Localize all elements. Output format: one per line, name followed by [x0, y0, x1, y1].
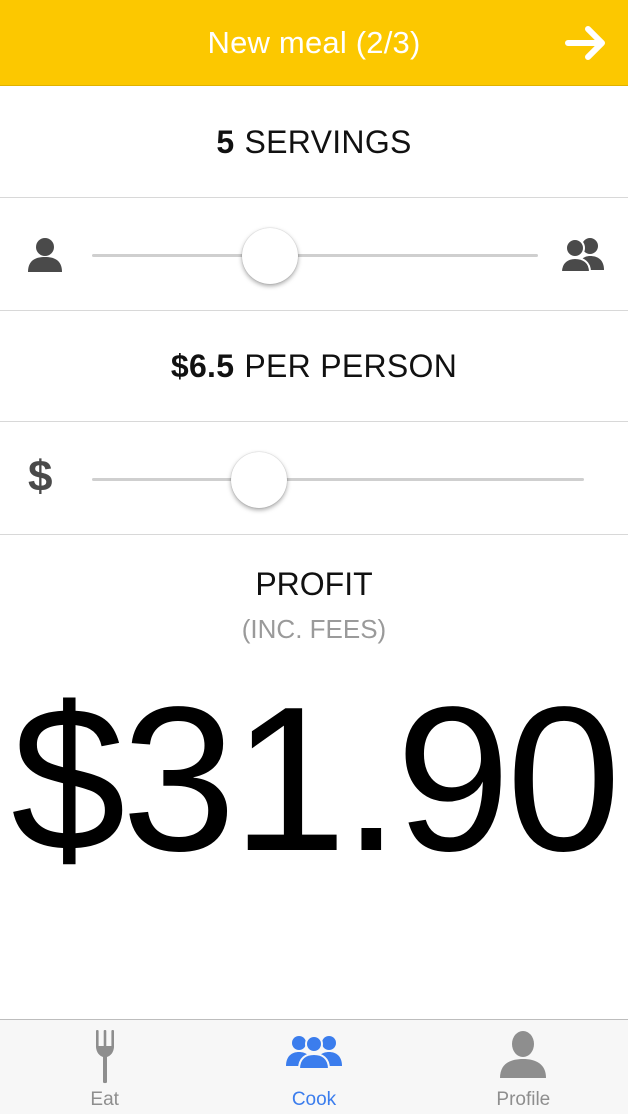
group-people-icon: [560, 238, 604, 273]
servings-slider-row: [0, 197, 628, 311]
tab-eat[interactable]: Eat: [0, 1020, 209, 1114]
price-slider-thumb[interactable]: [231, 452, 288, 508]
price-label: $6.5 PER PERSON: [0, 311, 628, 421]
servings-slider-thumb[interactable]: [242, 228, 299, 284]
profit-sublabel: (INC. FEES): [241, 614, 387, 644]
price-slider-track[interactable]: [92, 478, 584, 481]
single-person-icon: [28, 238, 62, 272]
tab-eat-label: Eat: [90, 1089, 119, 1110]
servings-label: 5 SERVINGS: [0, 87, 628, 197]
fork-icon: [95, 1030, 114, 1084]
page-title: New meal (2/3): [207, 24, 421, 60]
servings-value: 5: [216, 123, 235, 160]
dollar-icon: $: [28, 452, 53, 501]
tab-profile-label: Profile: [496, 1089, 551, 1110]
group-icon: [285, 1035, 342, 1070]
tab-bar: Eat Cook Profile: [0, 1019, 628, 1114]
price-unit: PER PERSON: [244, 347, 458, 384]
tab-cook-label: Cook: [291, 1089, 337, 1110]
arrow-right-icon: [565, 26, 605, 60]
servings-unit: SERVINGS: [244, 123, 412, 160]
next-button[interactable]: [564, 23, 610, 63]
profit-label: PROFIT: [255, 566, 373, 602]
tab-profile[interactable]: Profile: [419, 1020, 628, 1114]
price-slider-row: $: [0, 421, 628, 535]
person-icon: [500, 1031, 547, 1078]
price-value: $6.5: [170, 347, 235, 384]
profit-amount: $31.90: [10, 664, 621, 894]
nav-header: New meal (2/3): [0, 0, 628, 86]
servings-slider-track[interactable]: [92, 254, 538, 257]
tab-cook[interactable]: Cook: [209, 1020, 418, 1114]
